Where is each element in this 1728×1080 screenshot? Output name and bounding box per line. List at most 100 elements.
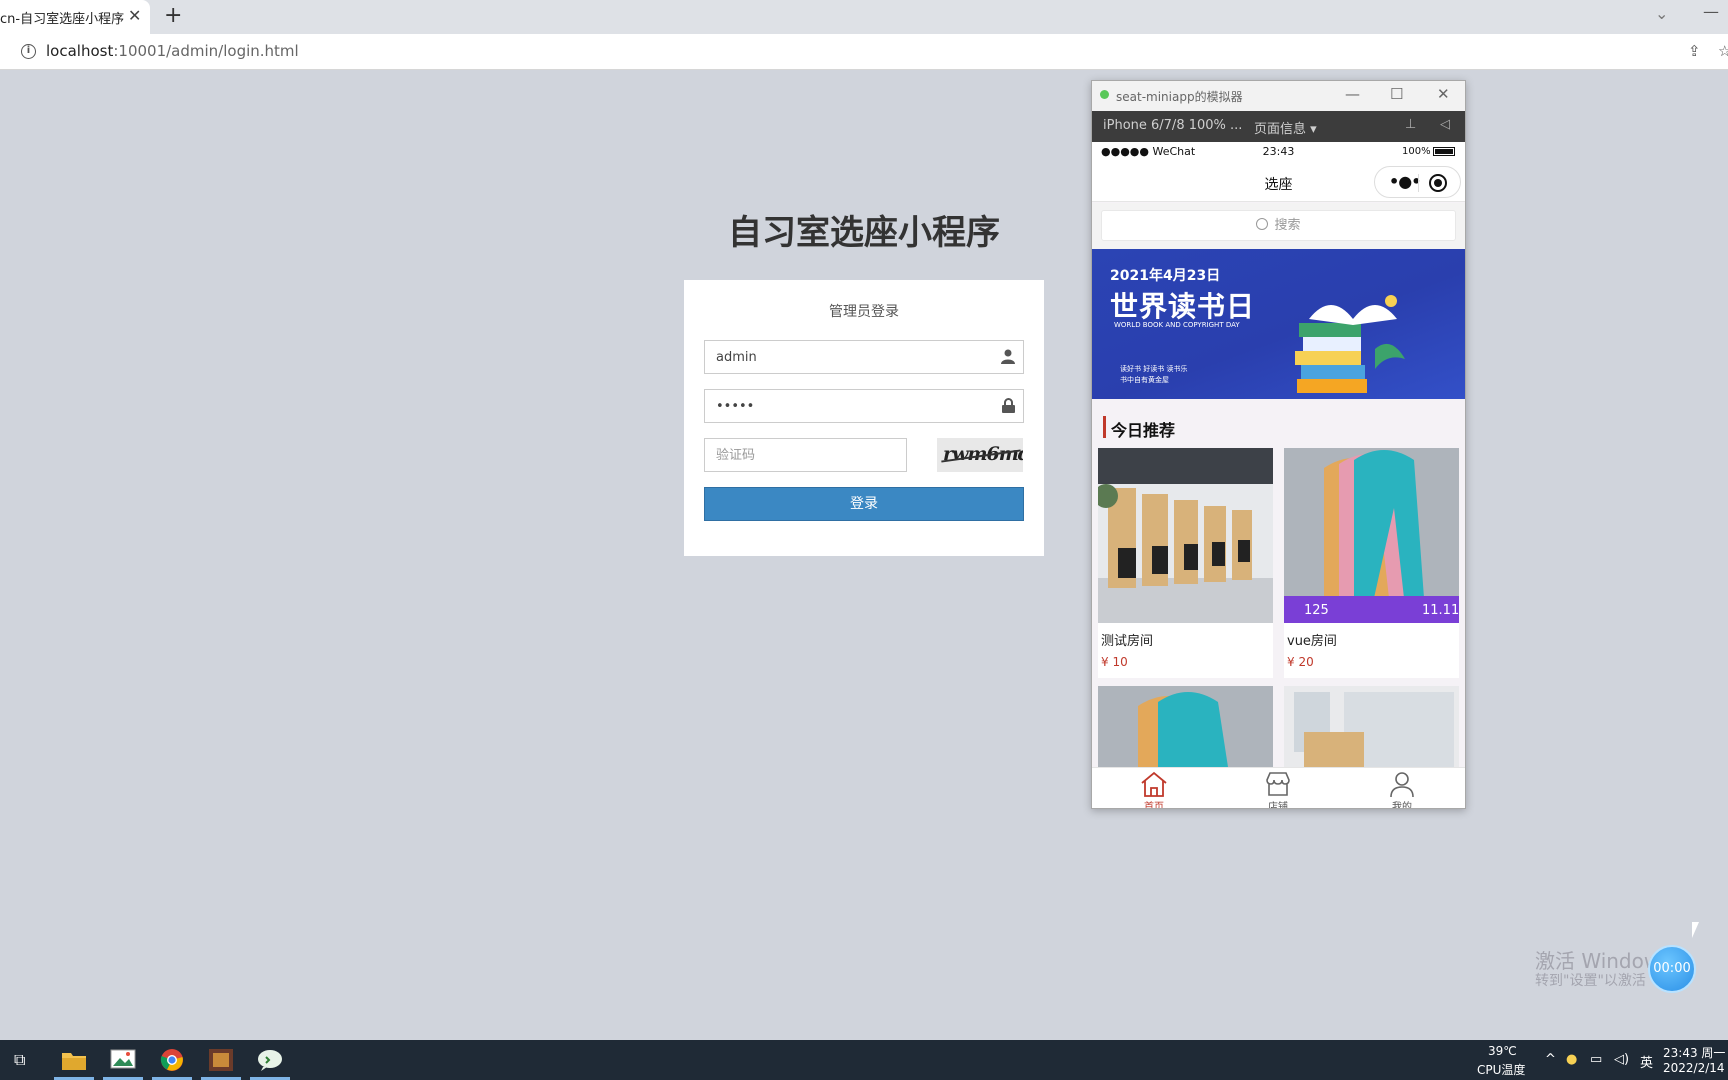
banner-line: 读好书 好读书 读书乐 <box>1120 365 1188 373</box>
ime-indicator[interactable]: 英 <box>1640 1052 1653 1071</box>
banner-date: 2021年4月23日 <box>1110 268 1221 284</box>
more-dots-icon[interactable]: •●• <box>1389 172 1421 191</box>
login-button[interactable]: 登录 <box>704 487 1024 521</box>
password-input[interactable] <box>705 390 985 422</box>
chevron-down-icon[interactable]: ⌄ <box>1655 4 1668 23</box>
chevron-up-icon[interactable]: ^ <box>1545 1052 1556 1067</box>
mouse-cursor <box>1692 922 1706 938</box>
banner-title: 世界读书日 <box>1110 290 1256 323</box>
banner-subtitle: WORLD BOOK AND COPYRIGHT DAY <box>1114 321 1240 329</box>
lock-icon <box>1002 398 1015 417</box>
room-image <box>1284 686 1459 767</box>
minimize-icon[interactable]: — <box>1345 85 1360 103</box>
username-input[interactable] <box>705 341 985 373</box>
wechat-logo-icon <box>1100 90 1109 99</box>
volume-icon[interactable]: ◁ <box>1440 117 1450 132</box>
device-selector[interactable]: iPhone 6/7/8 100% ... <box>1103 118 1242 133</box>
tab-label: 首页 <box>1144 802 1164 809</box>
share-icon[interactable]: ⇪ <box>1688 42 1701 60</box>
phone-nav-bar: 选座 •●• <box>1092 162 1465 202</box>
tab-title: cn-自习室选座小程序 <box>0 12 125 27</box>
recording-timer[interactable]: 00:00 <box>1648 945 1696 993</box>
captcha-input[interactable] <box>705 439 895 471</box>
volume-icon[interactable]: ◁) <box>1614 1052 1629 1067</box>
simulator-title: seat-miniapp的模拟器 <box>1116 90 1243 104</box>
chrome-icon[interactable] <box>160 1048 186 1072</box>
wechat-devtools-icon[interactable] <box>257 1048 283 1072</box>
user-icon <box>1390 772 1414 798</box>
user-icon <box>1001 349 1015 368</box>
banner-line: 书中自有黄金屋 <box>1120 376 1169 384</box>
room-image <box>1098 448 1273 623</box>
svg-text:125: 125 <box>1304 603 1329 618</box>
cpu-temp-label: CPU温度 <box>1477 1063 1526 1077</box>
simulator-toolbar: iPhone 6/7/8 100% ... 页面信息 ▾ ⊥ ◁ <box>1092 111 1465 142</box>
room-name: vue房间 <box>1287 634 1337 649</box>
windows-taskbar: ⧉ 39℃ CPU温度 ^ ● ▭ ◁) 英 23:43 周一 2022/2/1… <box>0 1040 1728 1080</box>
search-input[interactable]: 搜索 <box>1101 210 1456 241</box>
network-icon[interactable]: ▭ <box>1590 1052 1602 1067</box>
simulator-window: seat-miniapp的模拟器 — ☐ ✕ iPhone 6/7/8 100%… <box>1091 80 1466 809</box>
login-card: 管理员登录 rwm6md 登录 <box>684 280 1044 556</box>
browser-tab[interactable]: cn-自习室选座小程序 ✕ <box>0 0 150 34</box>
capsule-menu[interactable]: •●• <box>1374 166 1461 198</box>
room-price: ¥ 20 <box>1287 655 1314 669</box>
url-text[interactable]: localhost:10001/admin/login.html <box>46 42 299 60</box>
username-field[interactable] <box>704 340 1024 374</box>
login-subtitle: 管理员登录 <box>829 304 899 320</box>
photo-app-icon[interactable] <box>110 1048 136 1072</box>
phone-screen: ●●●●● WeChat 23:43 100% 选座 •●• 搜索 2021年4… <box>1092 142 1465 809</box>
clock-date[interactable]: 2022/2/14 <box>1663 1061 1725 1075</box>
room-card[interactable]: 测试房间 ¥ 10 <box>1098 448 1273 678</box>
search-wrap: 搜索 <box>1092 203 1465 249</box>
security-icon[interactable]: ● <box>1566 1052 1577 1067</box>
section-accent <box>1103 416 1106 438</box>
room-card[interactable]: 125 11.11 vue房间 ¥ 20 <box>1284 448 1459 678</box>
room-card[interactable] <box>1284 686 1459 767</box>
browser-tab-bar: cn-自习室选座小程序 ✕ + ⌄ — <box>0 0 1728 34</box>
cpu-temp: 39℃ <box>1488 1044 1517 1058</box>
task-view-icon[interactable]: ⧉ <box>14 1050 25 1070</box>
address-bar[interactable]: i localhost:10001/admin/login.html ⇪ ☆ <box>0 34 1728 70</box>
file-explorer-icon[interactable] <box>61 1048 87 1072</box>
shop-icon <box>1266 772 1290 796</box>
section-title: 今日推荐 <box>1111 421 1176 440</box>
room-name: 测试房间 <box>1101 634 1154 649</box>
capsule-divider <box>1418 174 1419 192</box>
room-card[interactable] <box>1098 686 1273 767</box>
tab-shop[interactable]: 店铺 <box>1216 768 1340 809</box>
svg-text:11.11: 11.11 <box>1422 603 1459 618</box>
simulator-titlebar[interactable]: seat-miniapp的模拟器 — ☐ ✕ <box>1092 81 1465 111</box>
tab-home[interactable]: 首页 <box>1092 768 1216 809</box>
tab-label: 我的 <box>1392 802 1412 809</box>
close-icon[interactable]: ✕ <box>128 6 141 25</box>
password-field[interactable] <box>704 389 1024 423</box>
new-tab-icon[interactable]: + <box>164 3 182 28</box>
search-icon <box>1256 218 1269 230</box>
pin-icon[interactable]: ⊥ <box>1405 117 1416 132</box>
captcha-field[interactable] <box>704 438 907 472</box>
room-image: 125 11.11 <box>1284 448 1459 623</box>
close-icon[interactable]: ✕ <box>1437 85 1450 103</box>
info-icon[interactable]: i <box>21 44 36 59</box>
battery-percent: 100% <box>1402 146 1431 157</box>
game-app-icon[interactable] <box>208 1048 234 1072</box>
banner-image[interactable]: 2021年4月23日 世界读书日 WORLD BOOK AND COPYRIGH… <box>1092 249 1465 399</box>
room-image <box>1098 686 1273 767</box>
star-icon[interactable]: ☆ <box>1718 42 1728 60</box>
clock-time[interactable]: 23:43 周一 <box>1663 1044 1725 1061</box>
tab-label: 店铺 <box>1268 802 1288 809</box>
room-price: ¥ 10 <box>1101 655 1128 669</box>
page-info-dropdown[interactable]: 页面信息 ▾ <box>1254 118 1317 137</box>
minimize-icon[interactable]: — <box>1703 2 1719 21</box>
tab-profile[interactable]: 我的 <box>1340 768 1464 809</box>
bottom-tab-bar: 首页 店铺 我的 <box>1092 767 1465 809</box>
activation-watermark-sub: 转到"设置"以激活 <box>1535 973 1646 989</box>
book-stack-illustration <box>1295 295 1405 393</box>
battery-icon <box>1433 147 1455 156</box>
home-icon <box>1141 771 1167 797</box>
maximize-icon[interactable]: ☐ <box>1390 85 1403 103</box>
phone-status-bar: ●●●●● WeChat 23:43 100% <box>1092 142 1465 162</box>
close-miniapp-icon[interactable] <box>1429 174 1447 192</box>
captcha-image[interactable]: rwm6md <box>937 438 1023 472</box>
